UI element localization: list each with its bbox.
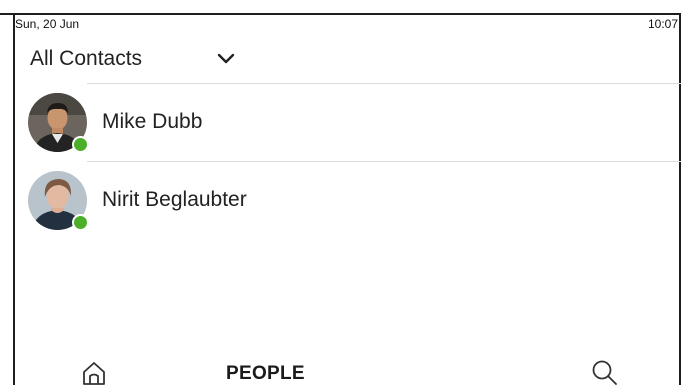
list-divider xyxy=(87,83,681,84)
contact-name: Nirit Beglaubter xyxy=(102,188,247,211)
search-icon xyxy=(592,360,617,385)
home-icon xyxy=(83,362,105,385)
nav-home-button[interactable] xyxy=(80,358,108,385)
contact-row-nirit-beglaubter[interactable]: Nirit Beglaubter xyxy=(15,163,679,237)
nav-search-button[interactable] xyxy=(590,358,618,385)
phone-screen: Sun, 20 Jun 10:07 All Contacts Mike Dubb xyxy=(0,0,681,385)
contact-row-mike-dubb[interactable]: Mike Dubb xyxy=(15,85,679,159)
tab-people[interactable]: PEOPLE xyxy=(226,362,305,385)
status-time: 10:07 xyxy=(648,17,679,31)
presence-available-badge xyxy=(72,214,89,231)
presence-available-badge xyxy=(72,136,89,153)
chevron-down-icon xyxy=(217,53,235,64)
list-divider xyxy=(87,161,681,162)
contacts-filter-label: All Contacts xyxy=(30,47,143,70)
status-date: Sun, 20 Jun xyxy=(15,17,80,31)
contacts-filter-dropdown[interactable]: All Contacts xyxy=(30,44,250,74)
contact-name: Mike Dubb xyxy=(102,110,203,133)
device-frame-top xyxy=(0,13,681,15)
